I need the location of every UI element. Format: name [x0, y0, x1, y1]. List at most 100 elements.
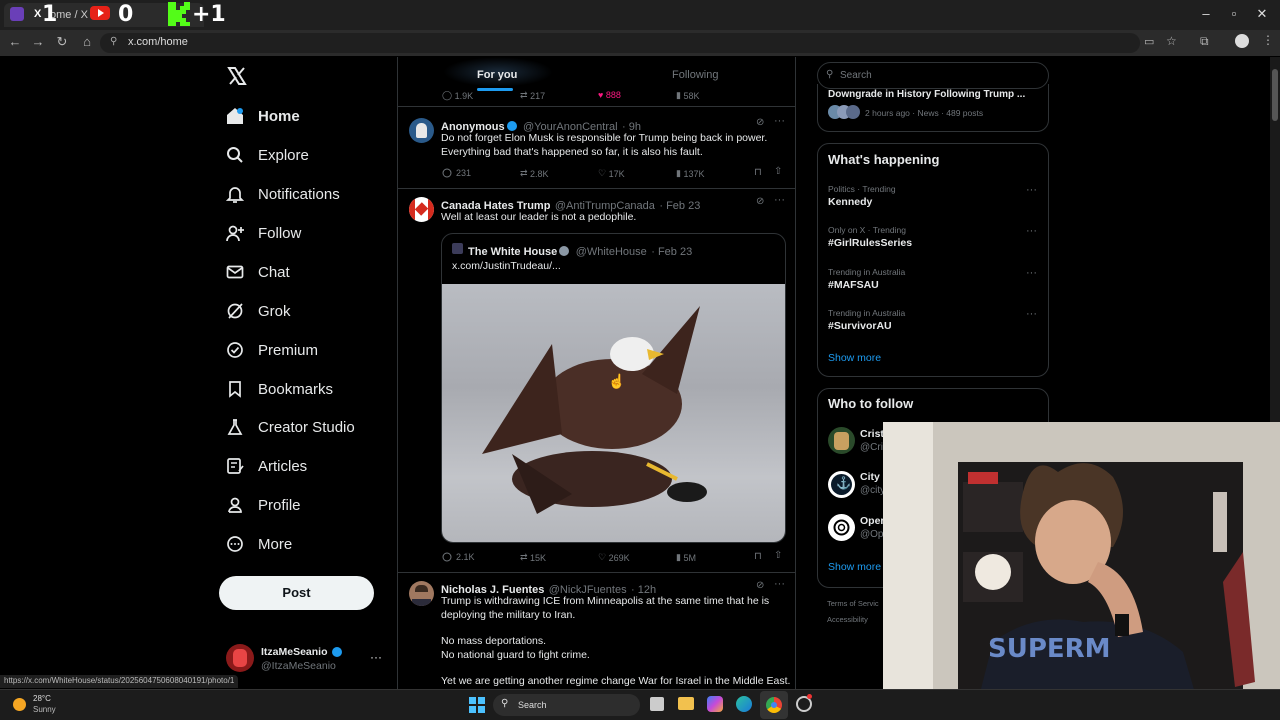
profile-icon[interactable]	[1235, 34, 1249, 48]
tweet-time[interactable]: · Feb 23	[659, 200, 700, 212]
trend-name[interactable]: #GirlRulesSeries	[828, 237, 912, 249]
tweet-more-icon[interactable]: ···	[774, 194, 785, 206]
grok-ask-icon[interactable]: ⊘	[756, 117, 764, 128]
quote-link-text[interactable]: x.com/JustinTrudeau/...	[452, 260, 561, 274]
account-name[interactable]: ItzaMeSeanio	[261, 646, 328, 658]
extensions-icon[interactable]: ⧉	[1200, 34, 1209, 49]
omnibox[interactable]	[100, 33, 1140, 53]
tab-for-you[interactable]: For you	[477, 69, 517, 81]
follow-avatar[interactable]	[828, 514, 855, 541]
avatar[interactable]	[409, 118, 434, 143]
follow-name[interactable]: City	[860, 471, 880, 483]
nav-more[interactable]: More	[224, 529, 292, 559]
url-text[interactable]: x.com/home	[128, 36, 188, 48]
nav-grok-label: Grok	[258, 302, 291, 320]
show-more-follow-link[interactable]: Show more	[828, 561, 881, 573]
share-icon[interactable]: ⇧	[774, 550, 782, 561]
repost-action[interactable]: ⇄ 2.8K	[520, 168, 549, 179]
tweet-more-icon[interactable]: ···	[774, 115, 785, 127]
edge-icon[interactable]	[736, 696, 752, 712]
show-more-link[interactable]: Show more	[828, 352, 881, 364]
repost-action[interactable]: ⇄ 15K	[520, 552, 546, 563]
nav-notifications[interactable]: Notifications	[224, 179, 340, 209]
bookmark-star-icon[interactable]: ☆	[1166, 34, 1177, 48]
grok-ask-icon[interactable]: ⊘	[756, 580, 764, 591]
copilot-icon[interactable]	[707, 696, 723, 712]
home-browser-icon[interactable]: ⌂	[78, 34, 96, 49]
account-avatar[interactable]	[226, 644, 254, 672]
follow-avatar[interactable]: ⚓	[828, 471, 855, 498]
trend-more-icon[interactable]: ···	[1026, 267, 1037, 279]
tweet-more-icon[interactable]: ···	[774, 578, 785, 590]
like-action[interactable]: ♡ 269K	[598, 552, 630, 563]
quote-handle[interactable]: @WhiteHouse	[576, 246, 647, 258]
trend-more-icon[interactable]: ···	[1026, 225, 1037, 237]
maximize-icon[interactable]: ▫	[1224, 6, 1244, 21]
quote-time[interactable]: · Feb 23	[651, 246, 692, 258]
quote-author[interactable]: The White House	[468, 246, 557, 258]
trend-name[interactable]: #MAFSAU	[828, 279, 879, 291]
nav-home[interactable]: Home	[224, 101, 300, 131]
views-action[interactable]: ▮ 5M	[676, 552, 696, 563]
follow-name[interactable]: Oper	[860, 515, 885, 527]
back-icon[interactable]: ←	[6, 34, 24, 49]
account-more-icon[interactable]: ···	[370, 650, 382, 664]
x-logo-icon[interactable]	[227, 66, 247, 86]
views-action[interactable]: ▮ 137K	[676, 168, 704, 179]
grok-ask-icon[interactable]: ⊘	[756, 196, 764, 207]
recording-dot-icon	[807, 694, 812, 699]
site-info-icon[interactable]: ⚲	[110, 36, 117, 47]
windows-start-icon[interactable]	[469, 697, 485, 713]
nav-follow[interactable]: Follow	[224, 218, 301, 248]
trend-more-icon[interactable]: ···	[1026, 184, 1037, 196]
chrome-taskbar-button[interactable]	[760, 691, 788, 719]
menu-kebab-icon[interactable]: ⋮	[1262, 33, 1274, 47]
avatar[interactable]	[409, 197, 434, 222]
reply-action[interactable]: 2.1K	[442, 552, 475, 562]
nav-grok[interactable]: Grok	[224, 296, 291, 326]
minimize-icon[interactable]: –	[1196, 6, 1216, 21]
prev-reply-action[interactable]: ◯ 1.9K	[442, 90, 473, 101]
bookmark-icon[interactable]: ⊓	[754, 167, 762, 178]
scrollbar-thumb[interactable]	[1272, 69, 1278, 121]
nav-chat[interactable]: Chat	[224, 257, 290, 287]
share-icon[interactable]: ⇧	[774, 166, 782, 177]
nav-premium-label: Premium	[258, 341, 319, 359]
forward-icon[interactable]: →	[29, 34, 47, 49]
bookmark-icon[interactable]: ⊓	[754, 551, 762, 562]
nav-articles-label: Articles	[258, 457, 308, 475]
trend-more-icon[interactable]: ···	[1026, 308, 1037, 320]
nav-bookmarks[interactable]: Bookmarks	[224, 374, 333, 404]
prev-like-action[interactable]: ♥ 888	[598, 90, 621, 100]
nav-articles[interactable]: Articles	[224, 451, 307, 481]
weather-temp[interactable]: 28°C	[33, 694, 51, 703]
prev-views-action[interactable]: ▮ 58K	[676, 90, 699, 101]
nav-premium[interactable]: Premium	[224, 335, 318, 365]
cast-icon[interactable]: ▭	[1144, 35, 1154, 48]
close-icon[interactable]: ✕	[1252, 6, 1272, 22]
file-explorer-icon[interactable]	[678, 697, 694, 710]
tweet-text: Do not forget Elon Musk is responsible f…	[441, 132, 768, 158]
reload-icon[interactable]: ↻	[53, 34, 71, 50]
eagle-photo[interactable]	[442, 284, 785, 542]
like-action[interactable]: ♡ 17K	[598, 168, 625, 179]
news-title[interactable]: Downgrade in History Following Trump ...	[828, 89, 1025, 100]
trend-name[interactable]: Kennedy	[828, 196, 872, 208]
task-view-icon[interactable]	[650, 697, 664, 711]
nav-explore[interactable]: Explore	[224, 140, 309, 170]
footer-terms-link[interactable]: Terms of Servic	[827, 599, 879, 608]
footer-accessibility-link[interactable]: Accessibility	[827, 615, 868, 624]
post-button[interactable]: Post	[219, 576, 374, 610]
follow-avatar[interactable]	[828, 427, 855, 454]
avatar[interactable]	[409, 581, 434, 606]
reply-action[interactable]: 231	[442, 168, 471, 178]
taskbar-search[interactable]: ⚲ Search	[493, 694, 640, 716]
follow-name[interactable]: Crist	[860, 428, 884, 440]
nav-profile[interactable]: Profile	[224, 490, 301, 520]
prev-repost-action[interactable]: ⇄ 217	[520, 90, 545, 101]
tab-following[interactable]: Following	[672, 69, 718, 81]
nav-creator-studio[interactable]: Creator Studio	[224, 412, 355, 442]
who-to-follow-title: Who to follow	[828, 396, 914, 411]
trend-name[interactable]: #SurvivorAU	[828, 320, 892, 332]
weather-condition[interactable]: Sunny	[33, 705, 56, 714]
